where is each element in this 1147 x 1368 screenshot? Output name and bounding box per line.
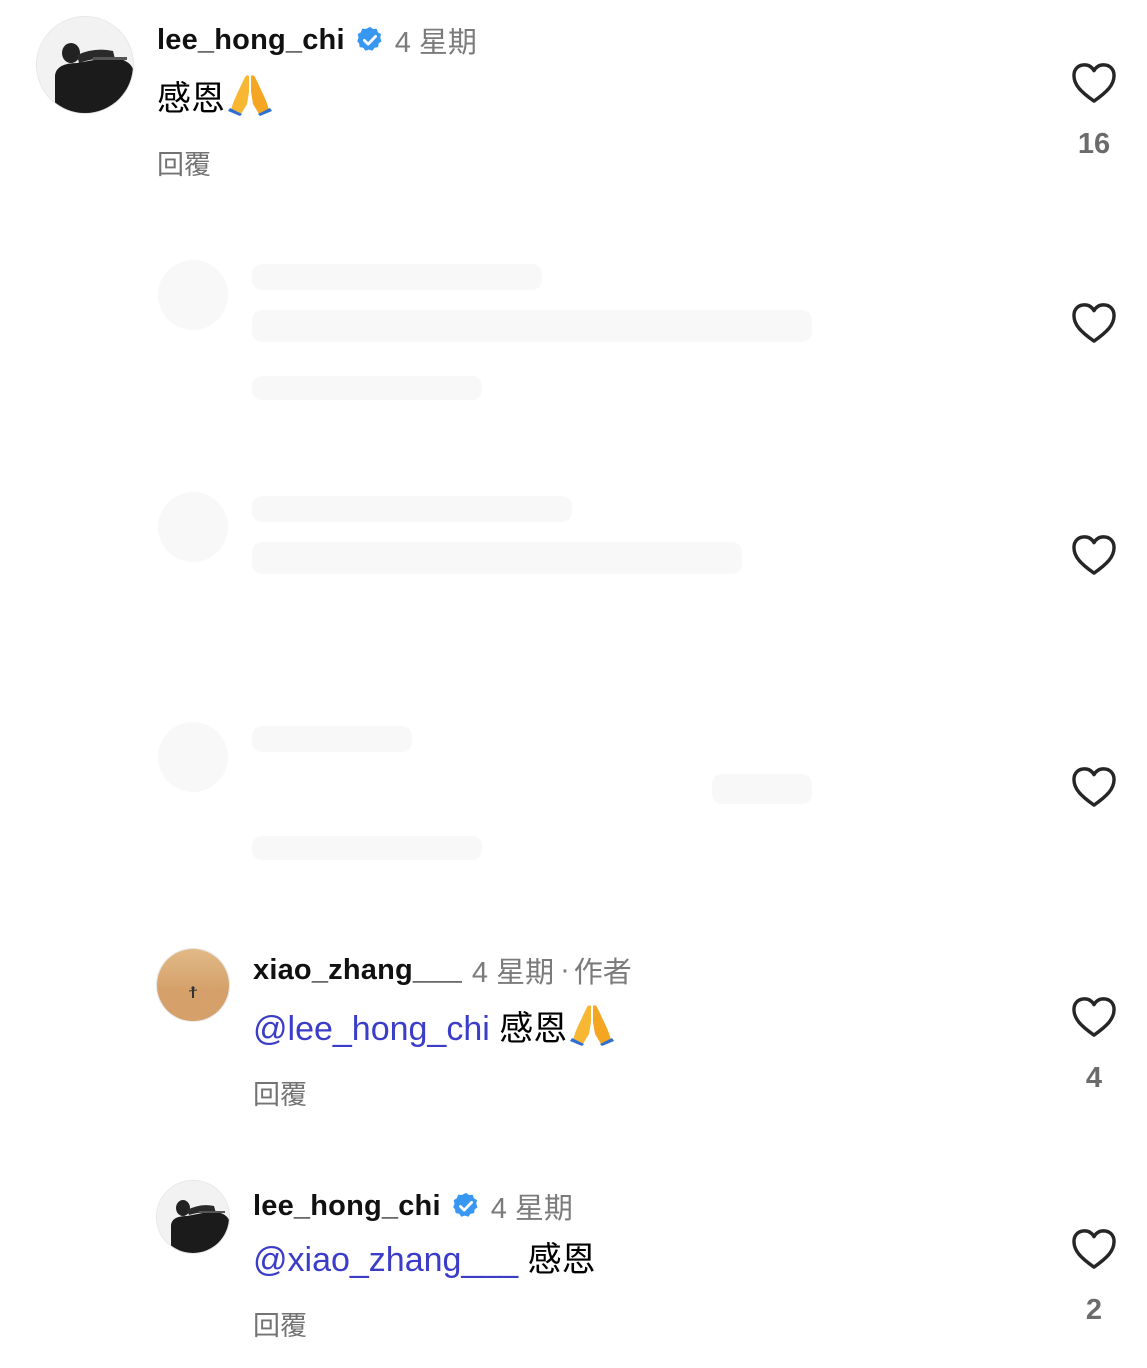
- comment-text: 感恩: [157, 70, 477, 123]
- avatar[interactable]: [156, 948, 230, 1022]
- comment-body: 感恩: [527, 1241, 596, 1279]
- heart-icon[interactable]: [1071, 996, 1117, 1038]
- like-group: 4: [1071, 996, 1117, 1095]
- like-group: 2: [1071, 1228, 1117, 1327]
- separator: ·: [560, 953, 570, 986]
- heart-icon[interactable]: [1071, 1228, 1117, 1270]
- comments-page: lee_hong_chi 4 星期 感恩 回覆 16 xiao_zhang___…: [0, 0, 1147, 1368]
- reply-button[interactable]: 回覆: [253, 1304, 596, 1343]
- comment-body: 感恩: [157, 80, 225, 118]
- comment-text: @lee_hong_chi 感恩: [253, 1000, 632, 1053]
- like-group: 16: [1071, 62, 1117, 161]
- heart-icon[interactable]: [1071, 766, 1117, 808]
- avatar[interactable]: [36, 16, 134, 114]
- username[interactable]: lee_hong_chi: [157, 24, 345, 57]
- folded-hands-emoji: [570, 1005, 615, 1046]
- verified-badge-icon: [452, 1192, 478, 1217]
- heart-icon[interactable]: [1071, 62, 1117, 104]
- mention-link[interactable]: @lee_hong_chi: [253, 1010, 490, 1048]
- author-label: 作者: [573, 957, 632, 989]
- timestamp: 4 星期: [394, 27, 477, 59]
- like-group: [1071, 302, 1117, 344]
- username[interactable]: xiao_zhang___: [253, 954, 462, 987]
- like-group: [1071, 766, 1117, 808]
- comment-body: 感恩: [499, 1010, 568, 1048]
- username[interactable]: lee_hong_chi: [253, 1190, 441, 1223]
- like-count: 4: [1085, 1062, 1103, 1094]
- reply-button[interactable]: 回覆: [253, 1073, 632, 1112]
- timestamp: 4 星期: [471, 957, 555, 989]
- reply-button[interactable]: 回覆: [157, 143, 477, 182]
- verified-badge-icon: [356, 26, 382, 51]
- folded-hands-emoji: [228, 75, 272, 116]
- mention-link[interactable]: @xiao_zhang___: [253, 1241, 518, 1279]
- heart-icon[interactable]: [1071, 534, 1117, 576]
- like-count: 2: [1085, 1294, 1103, 1326]
- timestamp: 4 星期: [490, 1193, 573, 1225]
- like-group: [1071, 534, 1117, 576]
- like-count: 16: [1077, 128, 1111, 160]
- heart-icon[interactable]: [1071, 302, 1117, 344]
- avatar[interactable]: [156, 1180, 230, 1254]
- comment-text: @xiao_zhang___ 感恩: [253, 1236, 596, 1284]
